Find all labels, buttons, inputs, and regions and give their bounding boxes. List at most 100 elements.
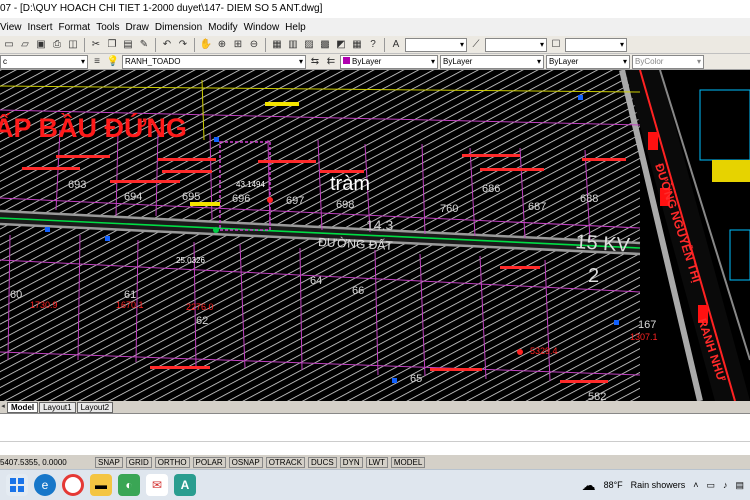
lot-760: 760 xyxy=(440,203,458,215)
layer-combo[interactable]: RANH_TOADO xyxy=(122,54,306,69)
lot-66: 66 xyxy=(352,285,364,297)
autocad-icon[interactable]: A xyxy=(174,474,196,496)
design-center-icon[interactable]: ▥ xyxy=(286,38,300,52)
network-icon[interactable]: ▭ xyxy=(706,480,715,491)
cut-icon[interactable]: ✂ xyxy=(89,38,103,52)
osnap-toggle[interactable]: OSNAP xyxy=(228,456,263,468)
linetype-combo[interactable]: ByLayer xyxy=(440,54,544,69)
open-file-icon[interactable]: ▱ xyxy=(18,38,32,52)
dim-43: 43.1494 xyxy=(236,180,265,189)
properties-icon[interactable]: ▦ xyxy=(270,38,284,52)
help-icon[interactable]: ? xyxy=(366,38,380,52)
zoom-window-icon[interactable]: ⊞ xyxy=(231,38,245,52)
tool-palette-icon[interactable]: ▨ xyxy=(302,38,316,52)
mail-icon[interactable]: ✉ xyxy=(146,474,168,496)
weather-text: Rain showers xyxy=(630,480,686,490)
coccoc-icon[interactable]: ◐ xyxy=(118,474,140,496)
snap-toggle[interactable]: SNAP xyxy=(95,456,123,468)
building-block xyxy=(699,89,750,161)
menu-tools[interactable]: Tools xyxy=(96,22,125,33)
save-icon[interactable]: ▣ xyxy=(34,38,48,52)
text-style-icon[interactable]: A xyxy=(389,38,403,52)
plotstyle-combo[interactable]: ByColor xyxy=(632,54,704,69)
dim-style-combo[interactable] xyxy=(485,37,547,52)
building-yellow xyxy=(712,160,750,182)
area-5329: 5329.4 xyxy=(530,346,558,356)
area-1670: 1670.1 xyxy=(116,300,144,310)
system-tray: ☁ 88°F Rain showers ˄ ▭ ♪ ▤ xyxy=(582,477,750,494)
layers-toolbar: c ≡ 💡 RANH_TOADO ⇆ ⇇ ByLayer ByLayer ByL… xyxy=(0,54,750,70)
layer-previous-icon[interactable]: ⇇ xyxy=(324,55,338,69)
edge-browser-icon[interactable]: e xyxy=(34,474,56,496)
menu-view[interactable]: View xyxy=(0,22,28,33)
model-toggle[interactable]: MODEL xyxy=(390,456,426,468)
label-2: 2 xyxy=(588,265,599,287)
dyn-toggle[interactable]: DYN xyxy=(339,456,363,468)
polar-toggle[interactable]: POLAR xyxy=(192,456,226,468)
print-icon[interactable]: ⎙ xyxy=(50,38,64,52)
lineweight-combo[interactable]: ByLayer xyxy=(546,54,630,69)
table-style-combo[interactable] xyxy=(565,37,627,52)
zoom-previous-icon[interactable]: ⊖ xyxy=(247,38,261,52)
volume-icon[interactable]: ♪ xyxy=(723,480,728,490)
menu-modify[interactable]: Modify xyxy=(208,22,243,33)
redo-icon[interactable]: ↷ xyxy=(176,38,190,52)
label-ap-bau-dung: ẤP BẦU ĐỨNG xyxy=(0,112,187,143)
bulb-icon[interactable]: 💡 xyxy=(106,55,120,69)
lwt-toggle[interactable]: LWT xyxy=(365,456,388,468)
area-2276: 2276.0 xyxy=(186,302,214,312)
lot-694: 694 xyxy=(124,191,142,203)
layer-manager-icon[interactable]: ≡ xyxy=(90,55,104,69)
layout-tabs: ◂ Model Layout1 Layout2 xyxy=(0,401,750,413)
lot-65: 65 xyxy=(410,373,422,385)
label-15kv: 15 KV xyxy=(575,231,632,257)
zoom-realtime-icon[interactable]: ⊕ xyxy=(215,38,229,52)
file-explorer-icon[interactable]: ▬ xyxy=(90,474,112,496)
text-style-combo[interactable] xyxy=(405,37,467,52)
undo-icon[interactable]: ↶ xyxy=(160,38,174,52)
menu-draw[interactable]: Draw xyxy=(126,22,155,33)
lot-695: 695 xyxy=(182,191,200,203)
layer-match-icon[interactable]: ⇆ xyxy=(308,55,322,69)
ducs-toggle[interactable]: DUCS xyxy=(308,456,337,468)
copy-icon[interactable]: ❐ xyxy=(105,38,119,52)
preview-icon[interactable]: ◫ xyxy=(66,38,80,52)
paste-icon[interactable]: ▤ xyxy=(121,38,135,52)
lot-688: 688 xyxy=(580,193,598,205)
lot-696: 696 xyxy=(232,193,250,205)
pan-icon[interactable]: ✋ xyxy=(199,38,213,52)
color-combo[interactable]: ByLayer xyxy=(340,54,438,69)
sheet-set-icon[interactable]: ▩ xyxy=(318,38,332,52)
chrome-icon[interactable] xyxy=(62,474,84,496)
new-file-icon[interactable]: ▭ xyxy=(2,38,16,52)
dim-style-icon[interactable]: ⟋ xyxy=(469,38,483,52)
match-prop-icon[interactable]: ✎ xyxy=(137,38,151,52)
tray-chevron-icon[interactable]: ˄ xyxy=(693,480,698,490)
lot-697: 697 xyxy=(286,195,304,207)
lot-693: 693 xyxy=(68,179,86,191)
drawing-canvas[interactable]: ẤP BẦU ĐỨNG tràm ĐƯỜNG ĐẤT 14.3 15 KV 2 … xyxy=(0,70,750,401)
tab-layout1[interactable]: Layout1 xyxy=(39,401,76,413)
tab-model[interactable]: Model xyxy=(7,401,39,413)
menu-format[interactable]: Format xyxy=(59,22,97,33)
tab-layout2[interactable]: Layout2 xyxy=(76,401,114,413)
menu-dimension[interactable]: Dimension xyxy=(155,22,208,33)
notification-icon[interactable]: ▤ xyxy=(735,480,744,491)
window-title: 07 - [D:\QUY HOACH CHI TIET 1-2000 duyet… xyxy=(0,0,750,18)
table-style-icon[interactable]: ☐ xyxy=(549,38,563,52)
otrack-toggle[interactable]: OTRACK xyxy=(265,456,306,468)
standard-toolbar: ▭ ▱ ▣ ⎙ ◫ ✂ ❐ ▤ ✎ ↶ ↷ ✋ ⊕ ⊞ ⊖ ▦ ▥ ▨ ▩ ◩ … xyxy=(0,36,750,54)
grid-toggle[interactable]: GRID xyxy=(125,456,152,468)
tab-scroll-icon[interactable]: ◂ xyxy=(0,400,6,414)
command-line[interactable] xyxy=(0,441,750,455)
ortho-toggle[interactable]: ORTHO xyxy=(154,456,190,468)
workspace-combo[interactable]: c xyxy=(0,54,88,69)
windows-start-icon[interactable] xyxy=(6,474,28,496)
menu-insert[interactable]: Insert xyxy=(28,22,59,33)
calculator-icon[interactable]: ▦ xyxy=(350,38,364,52)
lot-60: 60 xyxy=(10,289,22,301)
menu-help[interactable]: Help xyxy=(285,22,312,33)
coordinate-readout: 5407.5355, 0.0000 xyxy=(0,457,67,467)
menu-window[interactable]: Window xyxy=(244,22,286,33)
markup-icon[interactable]: ◩ xyxy=(334,38,348,52)
